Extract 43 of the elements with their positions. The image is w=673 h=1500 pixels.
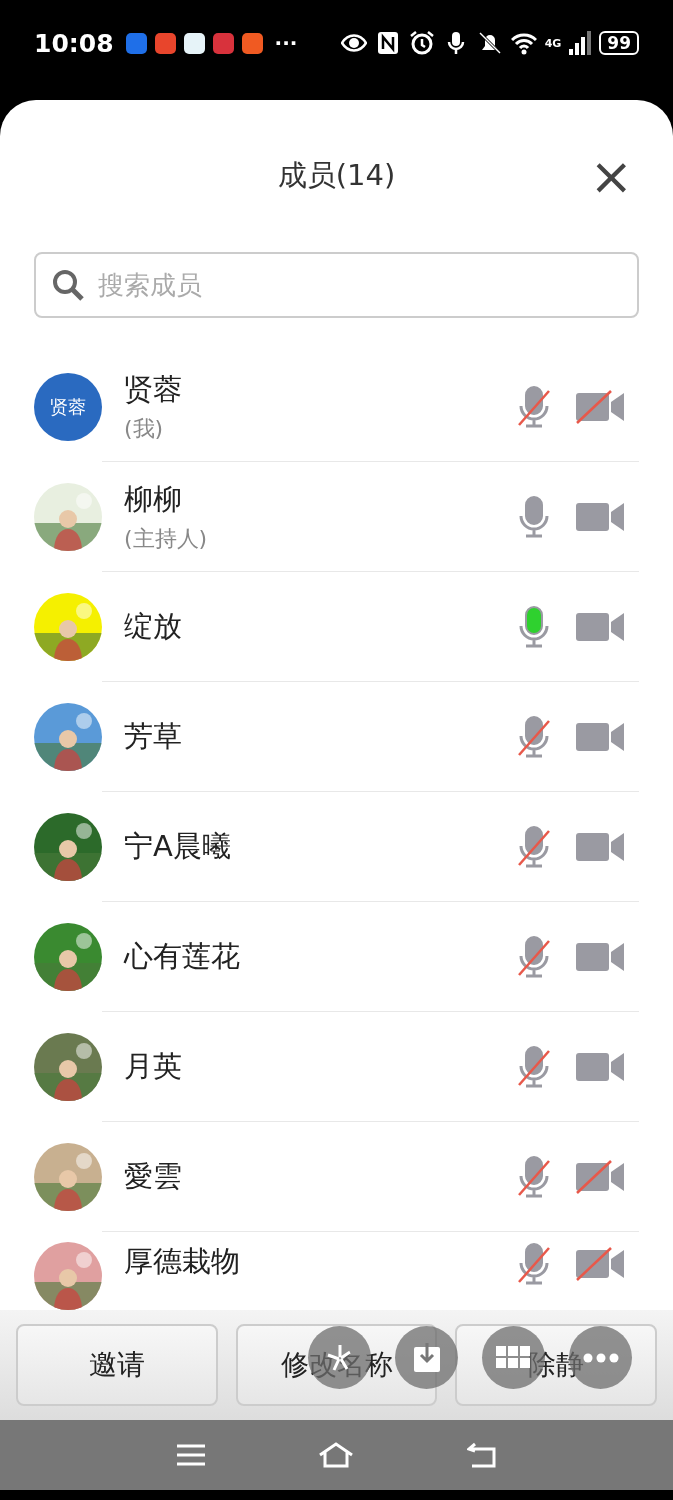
member-name: 柳柳 — [124, 481, 183, 518]
member-row[interactable]: 宁A晨曦 — [0, 792, 673, 902]
network-type: 4G — [544, 36, 562, 50]
home-button[interactable] — [318, 1442, 355, 1468]
member-row[interactable]: 心有莲花 — [0, 902, 673, 1012]
more-notifications: ··· — [274, 31, 298, 55]
alarm-icon — [408, 31, 435, 55]
member-name: 宁A晨曦 — [124, 828, 232, 865]
wifi-icon — [510, 31, 537, 55]
menu-button[interactable] — [176, 1443, 207, 1467]
member-name: 心有莲花 — [124, 938, 241, 975]
member-name: 贤蓉 — [124, 371, 183, 408]
search-icon — [52, 269, 84, 301]
member-name: 愛雲 — [124, 1158, 183, 1195]
member-row[interactable]: 月英 — [0, 1012, 673, 1122]
member-role: (我) — [124, 415, 165, 443]
battery-level: 99 — [599, 31, 639, 55]
avatar: 贤蓉 — [34, 373, 102, 441]
member-row[interactable]: 贤蓉 贤蓉 (我) — [0, 352, 673, 462]
home-icon — [318, 1442, 355, 1468]
member-row[interactable]: 愛雲 — [0, 1122, 673, 1232]
download-icon — [412, 1342, 441, 1373]
member-name: 芳草 — [124, 718, 183, 755]
member-row[interactable]: 柳柳 (主持人) — [0, 462, 673, 572]
sheet-title: 成员(14) — [277, 157, 396, 194]
status-time: 10:08 — [34, 28, 114, 58]
menu-icon — [176, 1443, 207, 1467]
back-icon — [466, 1442, 497, 1468]
more-icon — [582, 1352, 619, 1363]
member-name: 绽放 — [124, 608, 183, 645]
member-name: 月英 — [124, 1048, 183, 1085]
member-row[interactable]: 厚德栽物 — [0, 1232, 673, 1309]
bell-off-icon — [476, 31, 503, 55]
member-name: 厚德栽物 — [124, 1243, 241, 1280]
eye-icon — [340, 31, 367, 55]
member-role: (主持人) — [124, 525, 209, 553]
action-button[interactable]: 邀请 — [16, 1324, 218, 1406]
member-row[interactable]: 绽放 — [0, 572, 673, 682]
close-button[interactable]: × — [589, 156, 633, 196]
signal-icon — [569, 31, 592, 55]
member-row[interactable]: 芳草 — [0, 682, 673, 792]
back-button[interactable] — [466, 1442, 497, 1468]
search-field[interactable]: 搜索成员 — [34, 252, 639, 318]
